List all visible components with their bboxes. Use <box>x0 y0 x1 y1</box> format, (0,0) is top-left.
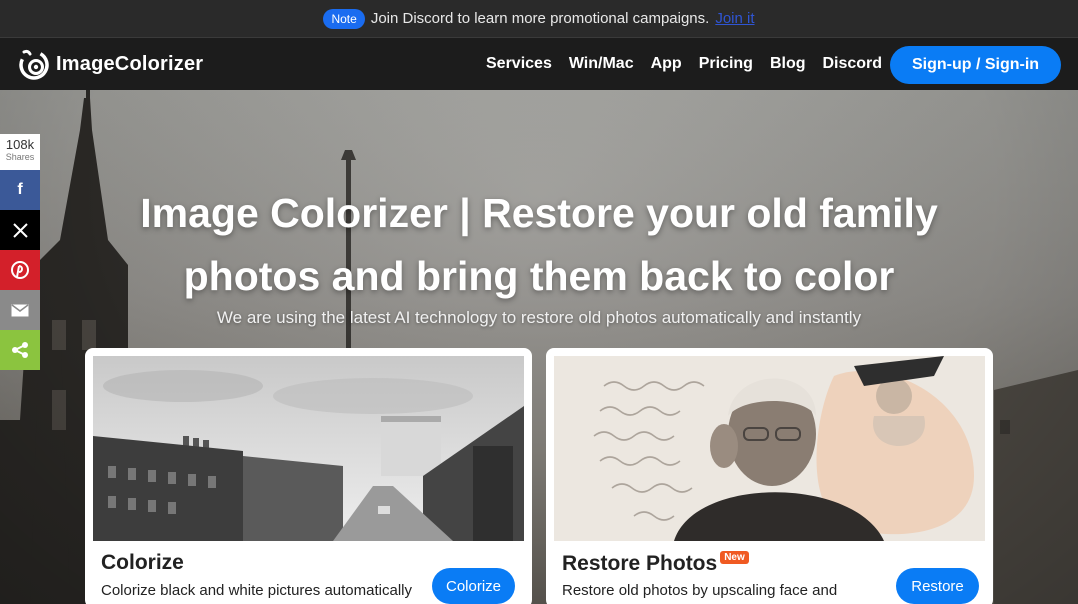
share-count: 108k Shares <box>0 134 40 170</box>
pinterest-share-button[interactable] <box>0 250 40 290</box>
facebook-share-button[interactable]: f <box>0 170 40 210</box>
pinterest-icon <box>11 261 29 279</box>
hero-section: Image Colorizer | Restore your old famil… <box>0 90 1078 604</box>
colorize-title: Colorize <box>101 551 184 574</box>
nav-item-pricing[interactable]: Pricing <box>699 55 753 73</box>
main-menu: Services Win/Mac App Pricing Blog Discor… <box>486 38 882 90</box>
nav-item-winmac[interactable]: Win/Mac <box>569 55 634 73</box>
restore-description: Restore old photos by upscaling face and <box>562 582 838 599</box>
colorize-description: Colorize black and white pictures automa… <box>101 582 412 599</box>
notice-bar: Note Join Discord to learn more promotio… <box>0 0 1078 38</box>
join-discord-link[interactable]: Join it <box>715 10 754 27</box>
email-share-button[interactable] <box>0 290 40 330</box>
nav-item-blog[interactable]: Blog <box>770 55 806 73</box>
colorize-card[interactable]: Colorize Colorize black and white pictur… <box>85 348 532 604</box>
nav-item-app[interactable]: App <box>651 55 682 73</box>
x-share-button[interactable] <box>0 210 40 250</box>
restore-preview-image <box>554 356 985 541</box>
share-sidebar: 108k Shares f <box>0 134 40 370</box>
more-share-button[interactable] <box>0 330 40 370</box>
x-icon <box>12 222 28 238</box>
hero-headline: Image Colorizer | Restore your old famil… <box>140 190 938 299</box>
notice-text: Join Discord to learn more promotional c… <box>370 10 710 27</box>
facebook-icon: f <box>17 181 23 198</box>
colorize-preview-image <box>93 356 524 541</box>
restore-title: Restore Photos New <box>562 551 749 576</box>
restore-button[interactable]: Restore <box>896 568 979 604</box>
new-badge: New <box>720 551 749 564</box>
share-count-label: Shares <box>5 152 35 162</box>
signin-button[interactable]: Sign-up / Sign-in <box>890 46 1061 84</box>
hero-subline: We are using the latest AI technology to… <box>216 308 862 327</box>
share-icon <box>12 342 28 358</box>
nav-item-discord[interactable]: Discord <box>822 55 882 73</box>
top-nav: ImageColorizer Services Win/Mac App Pric… <box>0 38 1078 90</box>
restore-caption: Restore Photos New Restore old photos by … <box>554 541 985 604</box>
share-count-number: 108k <box>5 137 35 152</box>
nav-item-services[interactable]: Services <box>486 55 552 73</box>
restore-card[interactable]: Restore Photos New Restore old photos by … <box>546 348 993 604</box>
colorize-caption: Colorize Colorize black and white pictur… <box>93 541 524 604</box>
colorize-button[interactable]: Colorize <box>432 568 515 604</box>
logo-icon <box>19 49 49 80</box>
logo[interactable]: ImageColorizer <box>18 48 203 80</box>
logo-text: ImageColorizer <box>56 52 204 75</box>
email-icon <box>11 303 29 316</box>
note-badge: Note <box>323 8 365 29</box>
